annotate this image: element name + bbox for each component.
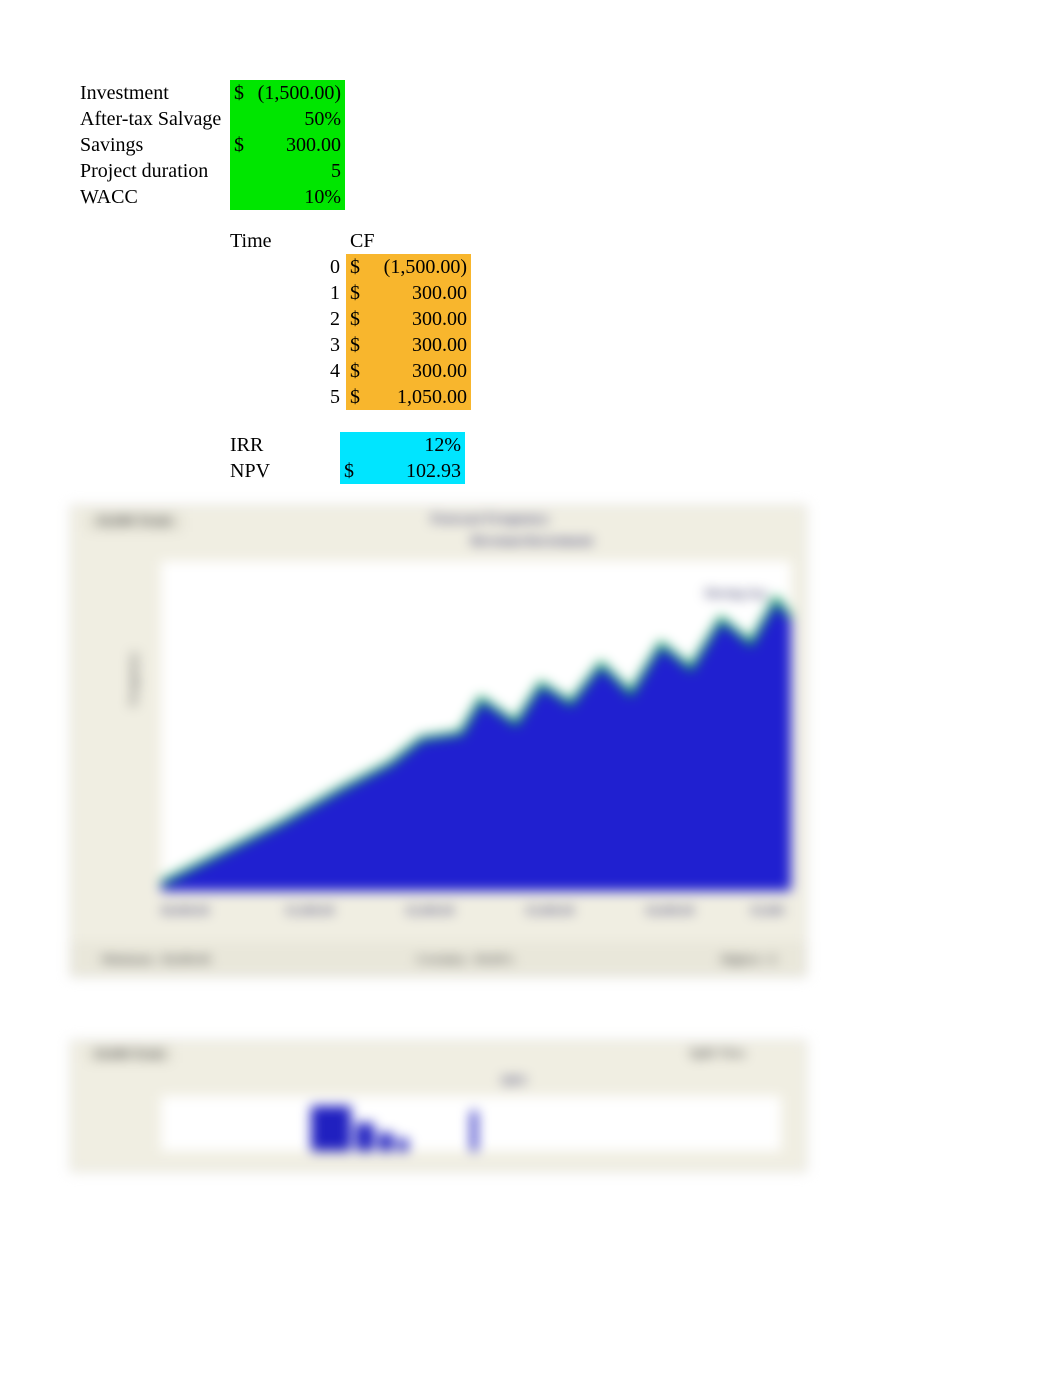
currency-symbol	[230, 184, 256, 210]
row-npv: NPV $ 102.93	[230, 458, 465, 484]
npv-chart: 10,000 Trials Split View NPV Moving Avg …	[70, 1040, 807, 1172]
time-value: 0	[230, 254, 346, 280]
time-value: 5	[230, 384, 346, 410]
currency-symbol: $	[346, 254, 372, 280]
value-irr: 12%	[366, 432, 465, 458]
time-value: 1	[230, 280, 346, 306]
chart-tag: 10,000 Trials	[86, 512, 183, 532]
currency-symbol: $	[340, 458, 366, 484]
currency-symbol: $	[346, 306, 372, 332]
cashflow-row: 5 $ 1,050.00	[230, 384, 471, 410]
cashflow-table: Time CF 0 $ (1,500.00) 1 $ 300.00 2 $ 30…	[230, 228, 471, 410]
chart-xtick: $5,000	[751, 903, 784, 918]
currency-symbol: $	[346, 332, 372, 358]
row-wacc: WACC 10%	[80, 184, 345, 210]
chart-subtitle: Revenue/Investment	[471, 534, 593, 550]
value-savings: $ 300.00	[230, 132, 345, 158]
chart-right-tag: Split View	[689, 1045, 746, 1061]
chart-xtick: $1,000.00	[286, 903, 334, 918]
chart-ylabel: Frequency	[126, 652, 141, 706]
cashflow-header: Time CF	[230, 228, 471, 254]
row-irr: IRR 12%	[230, 432, 465, 458]
cashflow-row: 0 $ (1,500.00)	[230, 254, 471, 280]
time-value: 3	[230, 332, 346, 358]
footer-mid: Certainty : 90.00%	[416, 952, 514, 967]
chart-title: Forecast Frequency	[431, 512, 549, 528]
number: 10%	[256, 184, 345, 210]
chart-plot-area	[161, 1096, 781, 1151]
chart-bar	[398, 1139, 408, 1151]
chart-bar	[379, 1133, 393, 1151]
header-blank	[372, 228, 471, 254]
cf-value: 300.00	[372, 332, 471, 358]
number: 300.00	[256, 132, 345, 158]
chart-tag: 10,000 Trials	[86, 1045, 173, 1063]
value-after-tax-salvage: 50%	[230, 106, 345, 132]
time-value: 4	[230, 358, 346, 384]
cf-value: (1,500.00)	[372, 254, 471, 280]
chart-xtick: $3,000.00	[526, 903, 574, 918]
number: 50%	[256, 106, 345, 132]
cashflow-row: 4 $ 300.00	[230, 358, 471, 384]
row-investment: Investment $ (1,500.00)	[80, 80, 345, 106]
chart-bar	[356, 1123, 374, 1151]
number: (1,500.00)	[256, 80, 345, 106]
chart-title: NPV	[501, 1073, 528, 1089]
currency-symbol	[340, 432, 366, 458]
value-npv: 102.93	[366, 458, 465, 484]
label-after-tax-salvage: After-tax Salvage	[80, 106, 230, 132]
label-project-duration: Project duration	[80, 158, 230, 184]
chart-area-svg	[161, 561, 791, 891]
label-npv: NPV	[230, 458, 340, 484]
chart-xtick: $2,000.00	[406, 903, 454, 918]
label-savings: Savings	[80, 132, 230, 158]
chart-bar	[311, 1106, 351, 1151]
chart-bar	[471, 1111, 477, 1151]
value-wacc: 10%	[230, 184, 345, 210]
value-investment: $ (1,500.00)	[230, 80, 345, 106]
currency-symbol	[230, 106, 256, 132]
row-after-tax-salvage: After-tax Salvage 50%	[80, 106, 345, 132]
currency-symbol: $	[346, 384, 372, 410]
currency-symbol: $	[230, 132, 256, 158]
label-irr: IRR	[230, 432, 340, 458]
currency-symbol	[230, 158, 256, 184]
cf-value: 300.00	[372, 306, 471, 332]
header-time: Time	[230, 228, 346, 254]
row-project-duration: Project duration 5	[80, 158, 345, 184]
cf-value: 300.00	[372, 280, 471, 306]
currency-symbol: $	[346, 280, 372, 306]
currency-symbol: $	[230, 80, 256, 106]
cf-value: 1,050.00	[372, 384, 471, 410]
header-cf: CF	[346, 228, 372, 254]
chart-footer: Minimum : $0,000.00 Certainty : 90.00% H…	[71, 942, 806, 976]
value-project-duration: 5	[230, 158, 345, 184]
chart-plot-area	[161, 561, 791, 891]
currency-symbol: $	[346, 358, 372, 384]
chart-xtick: $4,000.00	[646, 903, 694, 918]
assumptions-table: Investment $ (1,500.00) After-tax Salvag…	[80, 80, 345, 210]
chart-annotation: Moving Avg	[705, 586, 766, 601]
results-table: IRR 12% NPV $ 102.93	[230, 432, 465, 484]
cashflow-row: 3 $ 300.00	[230, 332, 471, 358]
chart-xtick: $0,000.00	[161, 903, 209, 918]
footer-right: Highest : $	[721, 952, 776, 967]
cf-value: 300.00	[372, 358, 471, 384]
number: 5	[256, 158, 345, 184]
frequency-chart: 10,000 Trials Forecast Frequency Revenue…	[70, 505, 807, 977]
cashflow-row: 2 $ 300.00	[230, 306, 471, 332]
label-investment: Investment	[80, 80, 230, 106]
row-savings: Savings $ 300.00	[80, 132, 345, 158]
label-wacc: WACC	[80, 184, 230, 210]
footer-left: Minimum : $0,000.00	[101, 952, 210, 967]
cashflow-row: 1 $ 300.00	[230, 280, 471, 306]
time-value: 2	[230, 306, 346, 332]
